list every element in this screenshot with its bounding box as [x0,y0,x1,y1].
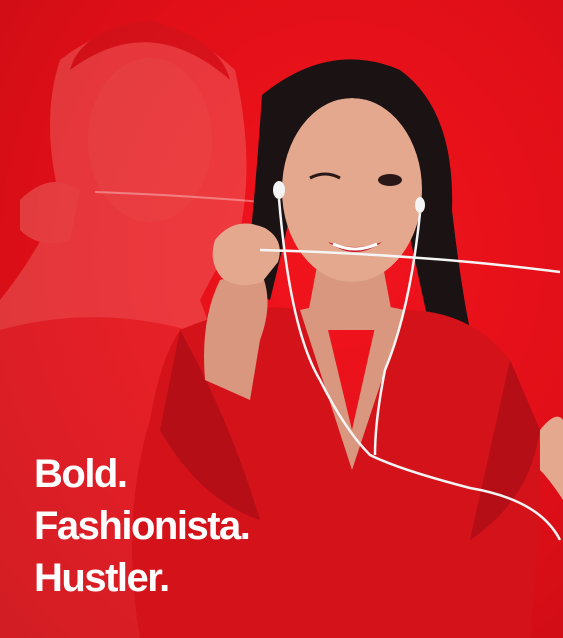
promo-banner: Bold. Fashionista. Hustler. [0,0,563,638]
headline-line-1: Bold. [34,452,128,496]
headline-line-3: Hustler. [34,556,170,600]
headline: Bold. Fashionista. Hustler. [34,448,251,604]
headline-line-2: Fashionista. [34,504,251,548]
